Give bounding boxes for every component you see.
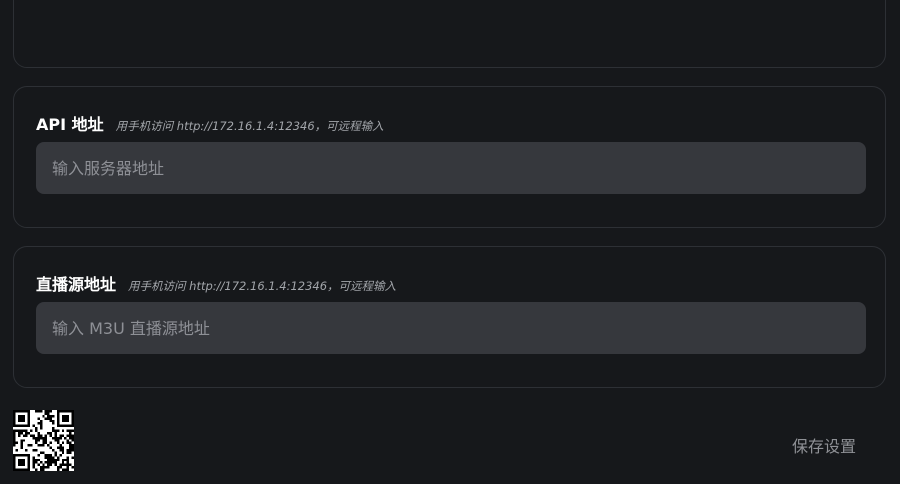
live-source-label-row: 直播源地址 用手机访问 http://172.16.1.4:12346，可远程输…	[36, 271, 396, 295]
live-source-card: 直播源地址 用手机访问 http://172.16.1.4:12346，可远程输…	[13, 246, 886, 388]
api-address-card: API 地址 用手机访问 http://172.16.1.4:12346，可远程…	[13, 86, 886, 228]
save-settings-button[interactable]: 保存设置	[775, 428, 873, 462]
qr-code-icon	[13, 410, 74, 471]
settings-page: 设置 API 地址 用手机访问 http://172.16.1.4:12346，…	[0, 0, 900, 484]
api-address-input[interactable]	[36, 142, 866, 194]
live-source-input[interactable]	[36, 302, 866, 354]
api-address-label: API 地址	[36, 115, 104, 134]
api-address-hint: 用手机访问 http://172.16.1.4:12346，可远程输入	[115, 119, 384, 133]
live-source-label: 直播源地址	[36, 275, 117, 294]
settings-card-previous	[13, 0, 886, 68]
live-source-hint: 用手机访问 http://172.16.1.4:12346，可远程输入	[128, 279, 397, 293]
api-address-label-row: API 地址 用手机访问 http://172.16.1.4:12346，可远程…	[36, 111, 384, 135]
